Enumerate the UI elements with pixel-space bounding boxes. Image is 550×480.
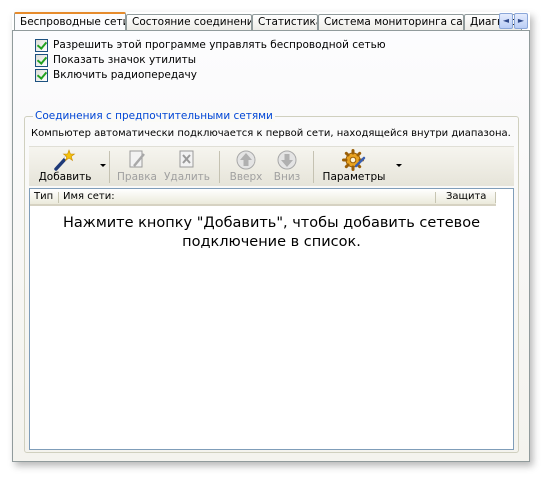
parameters-button-label: Параметры [322,171,386,183]
tab-site-monitoring[interactable]: Система мониторинга сайта [318,14,464,30]
move-down-button[interactable]: Вниз [269,149,305,185]
scroll-right-icon[interactable]: ► [514,13,528,29]
arrow-down-icon [277,150,297,170]
group-description: Компьютер автоматически подключается к п… [31,128,511,139]
checkbox-label: Разрешить этой программе управлять беспр… [53,39,386,51]
move-up-button[interactable]: Вверх [226,149,266,185]
parameters-dropdown-icon[interactable] [396,164,402,167]
delete-button[interactable]: Удалить [163,149,211,185]
preferred-networks-list[interactable]: Тип Имя сети: Защита Нажмите кнопку "Доб… [29,188,514,450]
column-header-network-name[interactable]: Имя сети: [59,189,465,205]
checkbox-checked-icon[interactable] [35,53,48,67]
column-divider[interactable] [435,192,436,203]
checkbox-checked-icon[interactable] [35,38,48,52]
checkbox-enable-radio[interactable]: Включить радиопередачу [35,68,197,82]
tab-scroll-buttons: ◄ ► [498,13,528,29]
arrow-up-icon [236,150,256,170]
checkbox-label: Включить радиопередачу [53,69,197,81]
toolbar-separator [313,151,314,183]
add-button[interactable]: Добавить [37,149,93,185]
add-button-label: Добавить [38,171,92,183]
tab-panel: Разрешить этой программе управлять беспр… [12,31,530,462]
tab-strip: Беспроводные сети Состояние соединения С… [12,12,530,31]
scroll-left-icon[interactable]: ◄ [499,13,513,29]
tab-connection-status[interactable]: Состояние соединения [126,14,252,30]
toolbar-separator [109,151,110,183]
preferred-networks-group: Соединения с предпочтительными сетями Ко… [24,110,519,453]
checkbox-manage-wireless[interactable]: Разрешить этой программе управлять беспр… [35,38,386,52]
delete-button-label: Удалить [164,171,210,183]
tab-label: Система мониторинга сайта [324,16,463,28]
dialog-window: Беспроводные сети Состояние соединения С… [12,12,530,462]
column-header-security[interactable]: Защита [442,189,496,205]
move-down-button-label: Вниз [273,171,301,183]
magic-wand-icon [54,149,76,171]
delete-icon [179,150,194,168]
networks-toolbar: Добавить Правка Удалить Вверх Вниз Парам… [29,146,514,186]
add-dropdown-icon[interactable] [100,164,106,167]
column-divider[interactable] [495,192,496,203]
tab-label: Состояние соединения [132,16,252,28]
tab-label: Беспроводные сети [20,16,126,28]
settings-gear-icon [342,149,366,171]
column-header-type[interactable]: Тип [30,189,58,205]
parameters-button[interactable]: Параметры [319,149,389,185]
tab-label: Статистика [258,16,318,28]
checkbox-checked-icon[interactable] [35,68,48,82]
tab-statistics[interactable]: Статистика [252,14,318,30]
group-title: Соединения с предпочтительными сетями [33,110,275,122]
empty-list-message: Нажмите кнопку "Добавить", чтобы добавит… [62,215,481,250]
tab-wireless-networks[interactable]: Беспроводные сети [14,12,126,30]
checkbox-label: Показать значок утилиты [53,54,197,66]
edit-document-icon [129,150,145,168]
checkbox-show-utility-icon[interactable]: Показать значок утилиты [35,53,196,67]
move-up-button-label: Вверх [229,171,263,183]
list-header: Тип Имя сети: Защита [30,189,496,206]
toolbar-separator [219,151,220,183]
edit-button-label: Правка [117,171,157,183]
edit-button[interactable]: Правка [115,149,159,185]
